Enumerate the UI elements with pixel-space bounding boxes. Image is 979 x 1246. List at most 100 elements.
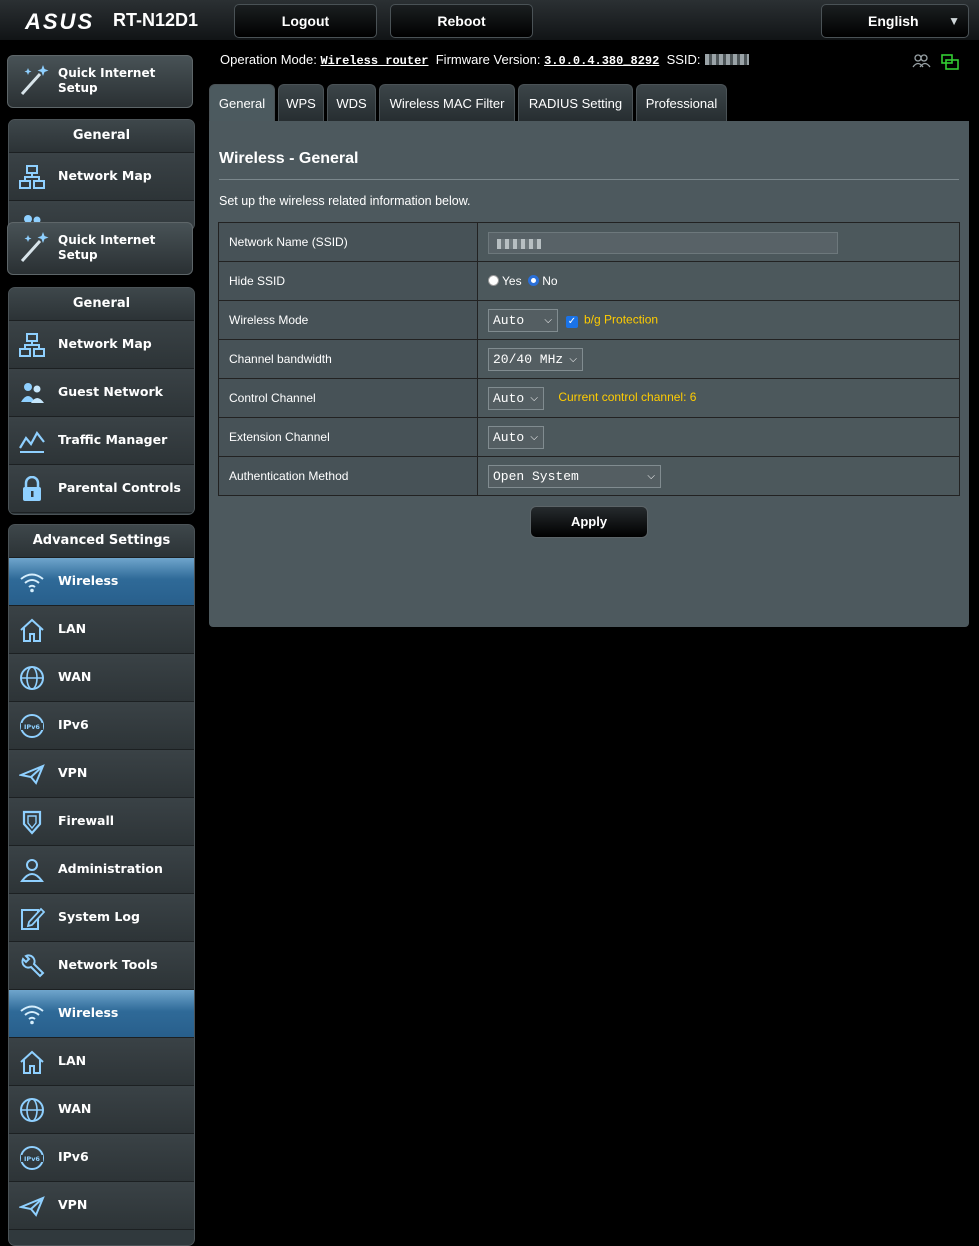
ipv6-globe-icon: IPv6 bbox=[20, 1146, 44, 1170]
ipv6-globe-icon: IPv6 bbox=[20, 714, 44, 738]
chevron-down-icon: ⌵ bbox=[569, 353, 577, 365]
menu-item-guest-network[interactable]: Guest Network bbox=[9, 369, 194, 417]
wireless-mode-label: Wireless Mode bbox=[218, 300, 478, 340]
tab-wps[interactable]: WPS bbox=[278, 84, 324, 122]
menu-item-wan[interactable]: WAN bbox=[9, 1086, 194, 1134]
menu-item-parental-controls[interactable]: Parental Controls bbox=[9, 465, 194, 513]
model-name: RT-N12D1 bbox=[113, 10, 199, 30]
menu-item-wan[interactable]: WAN bbox=[9, 654, 194, 702]
network-map-icon bbox=[19, 333, 45, 357]
general-menu: General Network Map bbox=[8, 119, 195, 231]
menu-label: Firewall bbox=[58, 813, 115, 828]
firmware-link[interactable]: 3.0.0.4.380_8292 bbox=[544, 54, 659, 68]
menu-label: Wireless bbox=[58, 1005, 119, 1020]
chevron-down-icon: ⌵ bbox=[647, 470, 655, 482]
menu-label: LAN bbox=[58, 621, 87, 636]
traffic-manager-icon bbox=[19, 430, 45, 453]
row-wireless-mode: Wireless Mode Auto ⌵ ✓ b/g Protection bbox=[218, 300, 960, 340]
menu-item-firewall[interactable]: Firewall bbox=[9, 798, 194, 846]
menu-item-network-map[interactable]: Network Map bbox=[9, 321, 194, 369]
op-mode-label: Operation Mode: bbox=[220, 52, 317, 67]
menu-item-wireless[interactable]: Wireless bbox=[9, 990, 194, 1038]
authentication-method-select[interactable]: Open System ⌵ bbox=[488, 464, 661, 488]
row-channel-bandwidth: Channel bandwidth 20/40 MHz ⌵ bbox=[218, 339, 960, 379]
row-hide-ssid: Hide SSID Yes No bbox=[218, 261, 960, 301]
quick-internet-setup-button[interactable]: Quick Internet Setup bbox=[7, 55, 193, 108]
chevron-down-icon: ⌵ bbox=[530, 431, 538, 443]
menu-label: LAN bbox=[58, 1053, 87, 1068]
ssid-input[interactable] bbox=[488, 232, 838, 254]
menu-label: Guest Network bbox=[58, 384, 163, 399]
menu-label: System Log bbox=[58, 909, 140, 924]
language-label: English bbox=[868, 13, 919, 29]
current-channel-text: Current control channel: 6 bbox=[558, 390, 697, 405]
vpn-plane-icon bbox=[19, 1196, 45, 1217]
status-icons bbox=[912, 54, 959, 70]
menu-item-administration[interactable]: Administration bbox=[9, 846, 194, 894]
hide-ssid-no-label: No bbox=[542, 274, 558, 288]
chevron-down-icon: ⌵ bbox=[530, 392, 538, 404]
asus-logo: ASUS bbox=[25, 9, 95, 34]
bg-protection-checkbox[interactable]: ✓ bbox=[566, 316, 578, 329]
menu-label: VPN bbox=[58, 765, 88, 780]
menu-item-ipv6[interactable]: IPv6 IPv6 bbox=[9, 1134, 194, 1182]
hide-ssid-no-radio[interactable] bbox=[528, 275, 540, 286]
chevron-down-icon: ⌵ bbox=[544, 314, 552, 326]
reboot-button[interactable]: Reboot bbox=[390, 4, 533, 38]
tab-professional[interactable]: Professional bbox=[636, 84, 727, 122]
menu-item-network-map[interactable]: Network Map bbox=[9, 153, 194, 201]
menu-item-system-log[interactable]: System Log bbox=[9, 894, 194, 942]
quick-internet-setup-button[interactable]: Quick Internet Setup bbox=[7, 222, 193, 275]
menu-label: Administration bbox=[58, 861, 163, 876]
menu-item-vpn[interactable]: VPN bbox=[9, 750, 194, 798]
control-channel-label: Control Channel bbox=[218, 378, 478, 418]
channel-bandwidth-select[interactable]: 20/40 MHz ⌵ bbox=[488, 347, 583, 371]
menu-item-network-tools[interactable]: Network Tools bbox=[9, 942, 194, 990]
menu-item-ipv6[interactable]: IPv6 IPv6 bbox=[9, 702, 194, 750]
title-divider bbox=[219, 179, 959, 180]
ssid-redacted bbox=[497, 239, 541, 249]
ssid-value-redacted bbox=[704, 54, 749, 65]
control-channel-select[interactable]: Auto ⌵ bbox=[488, 386, 544, 410]
op-mode-link[interactable]: Wireless router bbox=[320, 54, 428, 68]
menu-item-wireless[interactable]: Wireless bbox=[9, 558, 194, 606]
general-menu: General Network Map Guest Network Traffi… bbox=[8, 287, 195, 515]
wireless-mode-value: Auto bbox=[493, 312, 525, 328]
page-description: Set up the wireless related information … bbox=[219, 194, 471, 208]
menu-label: WAN bbox=[58, 669, 92, 684]
menu-item-lan[interactable]: LAN bbox=[9, 606, 194, 654]
extension-channel-value: Auto bbox=[493, 429, 525, 445]
apply-button[interactable]: Apply bbox=[530, 506, 648, 538]
general-title: General bbox=[9, 288, 194, 321]
ssid-label: Network Name (SSID) bbox=[218, 222, 478, 262]
menu-item-traffic-manager[interactable]: Traffic Manager bbox=[9, 417, 194, 465]
channel-bandwidth-label: Channel bandwidth bbox=[218, 339, 478, 379]
magic-wand-icon bbox=[20, 232, 49, 263]
advanced-settings-menu: Advanced Settings Wireless LAN WAN IPv6 … bbox=[8, 524, 195, 1246]
tab-wds[interactable]: WDS bbox=[327, 84, 376, 122]
hide-ssid-yes-radio[interactable] bbox=[488, 275, 499, 286]
menu-label: IPv6 bbox=[58, 717, 89, 732]
wireless-mode-select[interactable]: Auto ⌵ bbox=[488, 308, 558, 332]
menu-label: Network Tools bbox=[58, 957, 158, 972]
menu-label: Network Map bbox=[58, 336, 152, 351]
status-line: Operation Mode: Wireless router Firmware… bbox=[220, 52, 749, 68]
menu-label: Wireless bbox=[58, 573, 119, 588]
menu-item-lan[interactable]: LAN bbox=[9, 1038, 194, 1086]
authentication-method-label: Authentication Method bbox=[218, 456, 478, 496]
row-ssid: Network Name (SSID) bbox=[218, 222, 960, 262]
lock-icon bbox=[23, 476, 41, 501]
tab-wireless-mac-filter[interactable]: Wireless MAC Filter bbox=[379, 84, 515, 122]
language-select[interactable]: English ▼ bbox=[821, 4, 969, 38]
menu-item-vpn[interactable]: VPN bbox=[9, 1182, 194, 1230]
tab-general[interactable]: General bbox=[209, 84, 275, 122]
wifi-icon bbox=[20, 1005, 44, 1025]
logout-button[interactable]: Logout bbox=[234, 4, 377, 38]
control-channel-value: Auto bbox=[493, 390, 525, 406]
quick-internet-setup-label: Quick Internet Setup bbox=[58, 233, 156, 262]
extension-channel-select[interactable]: Auto ⌵ bbox=[488, 425, 544, 449]
globe-icon bbox=[20, 1098, 44, 1122]
tab-radius-setting[interactable]: RADIUS Setting bbox=[518, 84, 633, 122]
firmware-label: Firmware Version: bbox=[435, 52, 541, 67]
menu-label: Network Map bbox=[58, 168, 152, 183]
